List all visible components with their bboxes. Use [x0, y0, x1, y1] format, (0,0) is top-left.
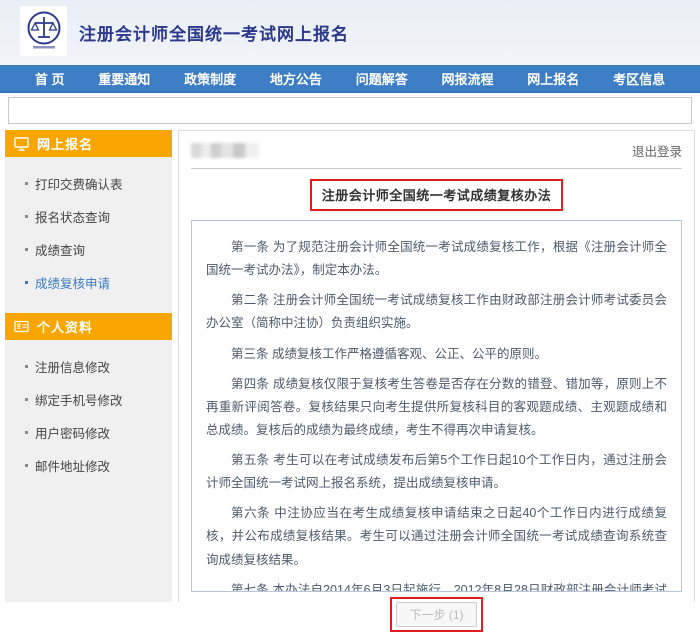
article-body: 第一条 为了规范注册会计师全国统一考试成绩复核工作，根据《注册会计师全国统一考试…: [191, 220, 682, 592]
sidebar-item-score-review-application[interactable]: 成绩复核申请: [5, 266, 172, 299]
nav-item-local-announcements[interactable]: 地方公告: [270, 69, 322, 88]
user-row: 退出登录: [191, 139, 682, 161]
monitor-icon: [14, 137, 29, 151]
page-header: 注册会计师全国统一考试网上报名: [0, 0, 700, 65]
content-area: 网上报名 打印交费确认表 报名状态查询 成绩查询 成绩复核申请: [0, 124, 700, 602]
sidebar-item-registration-info-edit[interactable]: 注册信息修改: [5, 350, 172, 383]
article-paragraph: 第四条 成绩复核仅限于复核考生答卷是否存在分数的错登、错加等，原则上不再重新评阅…: [206, 373, 667, 442]
main-panel: 退出登录 注册会计师全国统一考试成绩复核办法 第一条 为了规范注册会计师全国统一…: [178, 130, 695, 602]
article-title-row: 注册会计师全国统一考试成绩复核办法: [191, 179, 682, 211]
sidebar-item-email-edit[interactable]: 邮件地址修改: [5, 449, 172, 482]
bullet-icon: [25, 431, 28, 434]
sidebar-item-label: 绑定手机号修改: [35, 390, 123, 409]
scales-emblem-icon: [25, 10, 63, 52]
nav-item-online-registration[interactable]: 网上报名: [527, 69, 579, 88]
sidebar-list-personal-info: 注册信息修改 绑定手机号修改 用户密码修改 邮件地址修改: [5, 340, 172, 496]
article-paragraph: 第六条 中注协应当在考生成绩复核申请结束之日起40个工作日内进行成绩复核，并公布…: [206, 502, 667, 571]
sidebar-section-title: 网上报名: [37, 134, 93, 153]
sidebar-list-online-registration: 打印交费确认表 报名状态查询 成绩查询 成绩复核申请: [5, 157, 172, 313]
bullet-icon: [25, 365, 28, 368]
bullet-icon: [25, 281, 28, 284]
sidebar-item-label: 报名状态查询: [35, 207, 110, 226]
title-annotation-box: 注册会计师全国统一考试成绩复核办法: [310, 179, 564, 211]
notice-box: [8, 97, 692, 124]
sidebar-item-password-edit[interactable]: 用户密码修改: [5, 416, 172, 449]
nav-item-exam-area-info[interactable]: 考区信息: [613, 69, 665, 88]
nav-item-important-notices[interactable]: 重要通知: [98, 69, 150, 88]
bullet-icon: [25, 464, 28, 467]
nav-item-registration-process[interactable]: 网报流程: [441, 69, 493, 88]
page-title: 注册会计师全国统一考试网上报名: [79, 20, 349, 45]
sidebar-item-label: 成绩查询: [35, 240, 85, 259]
sidebar-item-phone-number-edit[interactable]: 绑定手机号修改: [5, 383, 172, 416]
bullet-icon: [25, 215, 28, 218]
logout-link[interactable]: 退出登录: [632, 141, 682, 160]
sidebar-item-print-payment-confirmation[interactable]: 打印交费确认表: [5, 167, 172, 200]
sidebar-item-score-inquiry[interactable]: 成绩查询: [5, 233, 172, 266]
article-title: 注册会计师全国统一考试成绩复核办法: [322, 188, 552, 203]
sidebar-item-label: 成绩复核申请: [35, 273, 110, 292]
user-name-redacted: [191, 143, 259, 158]
sidebar-item-label: 注册信息修改: [35, 357, 110, 376]
sidebar-section-title: 个人资料: [37, 317, 93, 336]
sidebar-item-registration-status[interactable]: 报名状态查询: [5, 200, 172, 233]
sidebar-item-label: 邮件地址修改: [35, 456, 110, 475]
nav-item-faq[interactable]: 问题解答: [356, 69, 408, 88]
sidebar-item-label: 用户密码修改: [35, 423, 110, 442]
bullet-icon: [25, 182, 28, 185]
button-annotation-box: 下一步 (1): [390, 597, 482, 632]
article-paragraph: 第七条 本办法自2014年6月3日起施行。2012年8月28日财政部注册会计师考…: [206, 579, 667, 592]
button-row: 下一步 (1): [191, 597, 682, 632]
sidebar-section-online-registration: 网上报名: [5, 130, 172, 157]
article-paragraph: 第三条 成绩复核工作严格遵循客观、公正、公平的原则。: [206, 343, 667, 366]
sidebar: 网上报名 打印交费确认表 报名状态查询 成绩查询 成绩复核申请: [5, 130, 172, 602]
nav-item-home[interactable]: 首 页: [35, 69, 65, 88]
cnicpa-logo: [20, 6, 67, 56]
sidebar-item-label: 打印交费确认表: [35, 174, 123, 193]
article-paragraph: 第一条 为了规范注册会计师全国统一考试成绩复核工作，根据《注册会计师全国统一考试…: [206, 236, 667, 282]
id-card-icon: [14, 320, 29, 333]
bullet-icon: [25, 398, 28, 401]
nav-item-policies[interactable]: 政策制度: [184, 69, 236, 88]
bullet-icon: [25, 248, 28, 251]
main-nav: 首 页 重要通知 政策制度 地方公告 问题解答 网报流程 网上报名 考区信息: [0, 65, 700, 93]
article-paragraph: 第五条 考生可以在考试成绩发布后第5个工作日起10个工作日内，通过注册会计师全国…: [206, 449, 667, 495]
sidebar-section-personal-info: 个人资料: [5, 313, 172, 340]
divider: [191, 168, 682, 169]
article-paragraph: 第二条 注册会计师全国统一考试成绩复核工作由财政部注册会计师考试委员会办公室（简…: [206, 289, 667, 335]
